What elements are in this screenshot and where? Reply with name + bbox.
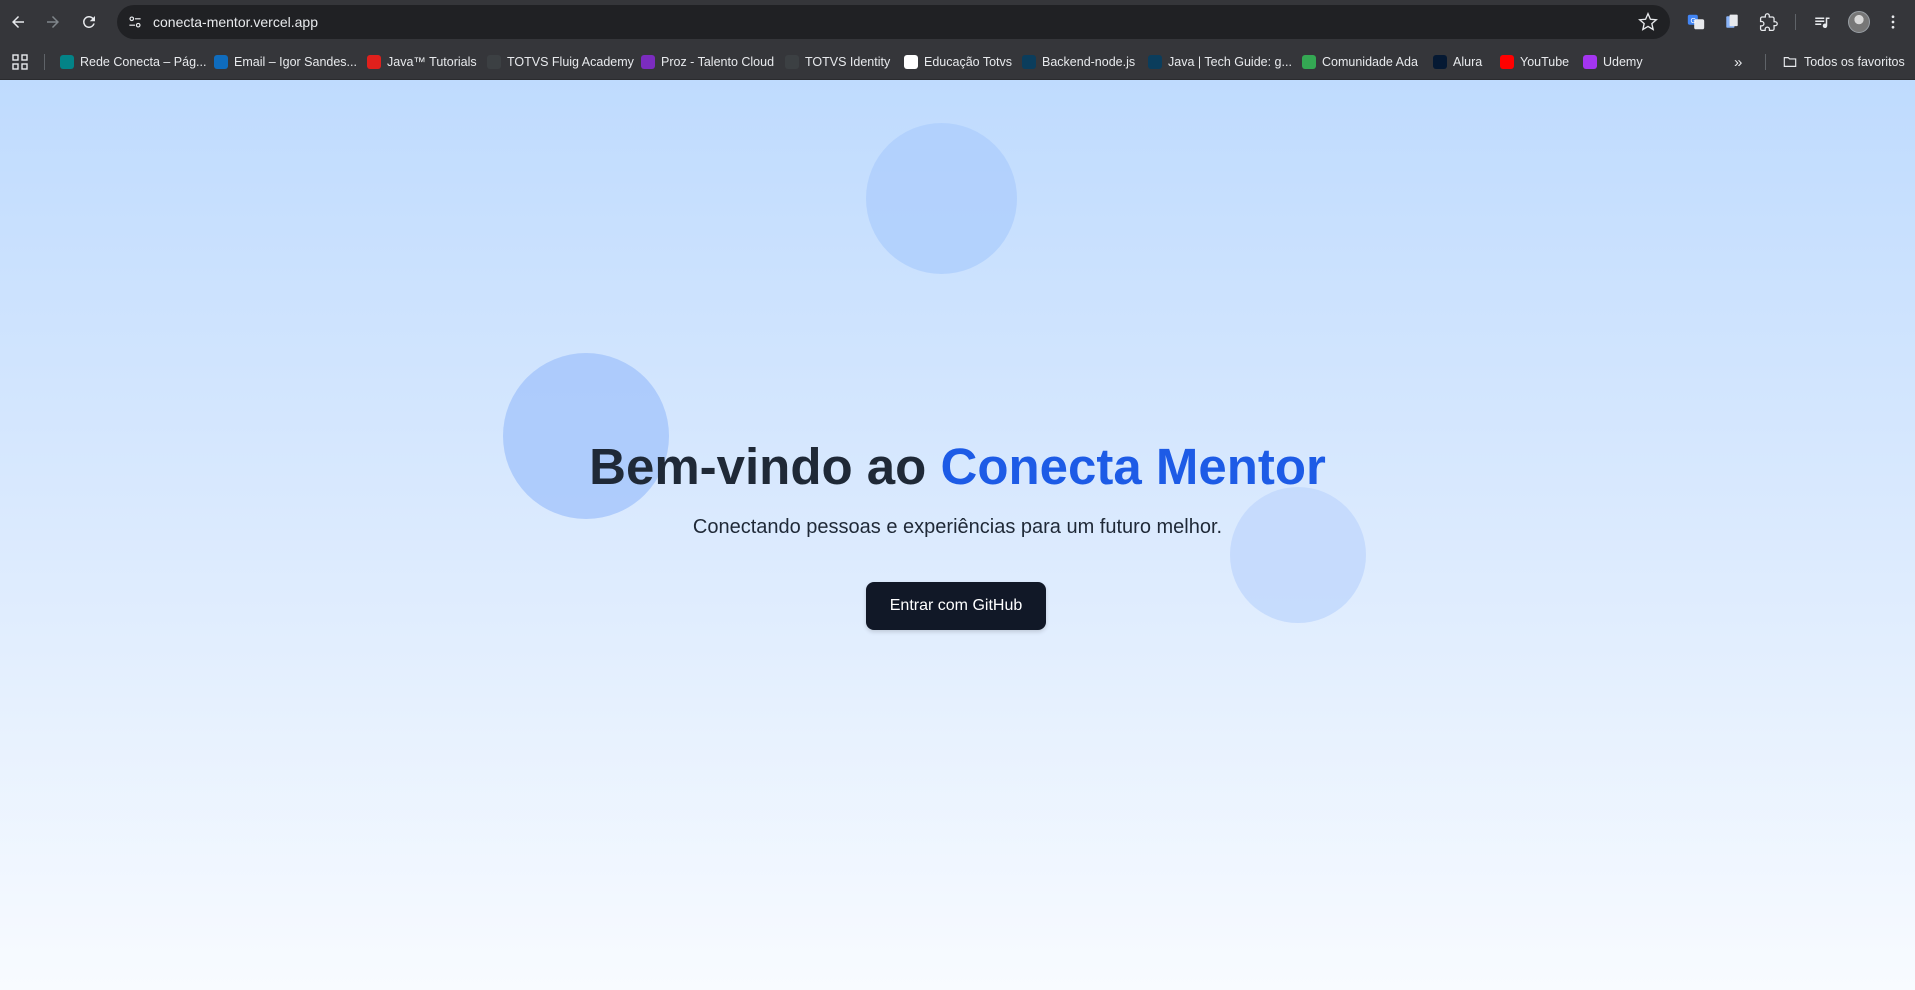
bookmark-item[interactable]: Email – Igor Sandes... [214,44,357,80]
bookmark-label: Udemy [1603,55,1643,69]
bookmark-label: Java | Tech Guide: g... [1168,55,1292,69]
title-accent: Conecta Mentor [940,438,1326,495]
bookmarks-divider [1765,54,1766,70]
totvs-identity-icon [785,55,799,69]
bookmark-item[interactable]: Udemy [1583,44,1643,80]
page-content: Bem-vindo ao Conecta Mentor Conectando p… [0,80,1915,990]
t-icon [1022,55,1036,69]
title-prefix: Bem-vindo ao [589,438,927,495]
oracle-icon [367,55,381,69]
bookmark-label: Rede Conecta – Pág... [80,55,207,69]
docs-extension-icon[interactable] [1721,11,1743,33]
reload-button[interactable] [75,8,103,36]
chevron-double-right-icon: » [1734,53,1743,71]
bookmark-item[interactable]: TOTVS Fluig Academy [487,44,634,80]
bookmarks-divider [44,54,45,70]
all-bookmarks-label: Todos os favoritos [1804,55,1905,69]
bookmark-item[interactable]: Proz - Talento Cloud [641,44,774,80]
bookmark-item[interactable]: Rede Conecta – Pág... [60,44,206,80]
more-bookmarks-button[interactable]: » [1734,44,1742,80]
bookmarks-bar: Rede Conecta – Pág... Email – Igor Sandes… [0,44,1915,80]
bookmark-item[interactable]: YouTube [1500,44,1569,80]
url-text[interactable]: conecta-mentor.vercel.app [153,5,318,39]
bookmark-label: YouTube [1520,55,1570,69]
bookmark-item[interactable]: Educação Totvs [904,44,1012,80]
arrow-left-icon [12,16,24,28]
totvs-icon [487,55,501,69]
bookmark-label: Java™ Tutorials [387,55,477,69]
media-control-icon[interactable] [1811,11,1833,33]
bookmark-label: Comunidade Ada [1322,55,1418,69]
decorative-circle [866,123,1017,274]
bookmark-label: TOTVS Identity [805,55,891,69]
bookmark-label: Educação Totvs [924,55,1013,69]
bookmark-item[interactable]: TOTVS Identity [785,44,890,80]
sharepoint-icon [60,55,74,69]
bookmark-item[interactable]: Alura [1433,44,1482,80]
profile-avatar[interactable] [1848,11,1870,33]
educacao-icon [904,55,918,69]
forward-button[interactable] [39,8,67,36]
bookmark-item[interactable]: Backend-node.js [1022,44,1135,80]
extensions-puzzle-icon[interactable] [1757,11,1779,33]
bookmark-item[interactable]: Java™ Tutorials [367,44,477,80]
bookmark-label: Email – Igor Sandes... [234,55,357,69]
back-button[interactable] [4,8,32,36]
all-bookmarks-folder[interactable]: Todos os favoritos [1782,44,1905,80]
bookmark-item[interactable]: Comunidade Ada [1302,44,1418,80]
site-info-icon[interactable] [126,13,144,31]
folder-icon [1783,57,1797,67]
t-icon [1148,55,1162,69]
decorative-circle [1230,487,1366,623]
github-login-button[interactable]: Entrar com GitHub [866,582,1046,630]
bookmark-label: Alura [1453,55,1483,69]
bookmark-label: Proz - Talento Cloud [661,55,775,69]
reload-icon [83,15,95,28]
alura-icon [1433,55,1447,69]
bookmark-label: TOTVS Fluig Academy [507,55,634,69]
browser-toolbar: conecta-mentor.vercel.app G [0,0,1915,44]
bookmark-star-icon[interactable] [1638,12,1658,32]
proz-icon [641,55,655,69]
arrow-right-icon [47,16,59,28]
address-bar[interactable]: conecta-mentor.vercel.app [117,5,1670,39]
bookmark-item[interactable]: Java | Tech Guide: g... [1148,44,1292,80]
page-subtitle: Conectando pessoas e experiências para u… [692,516,1223,538]
page-title: Bem-vindo ao Conecta Mentor [0,436,1915,497]
udemy-icon [1583,55,1597,69]
bookmark-label: Backend-node.js [1042,55,1136,69]
translate-extension-icon[interactable]: G [1685,11,1707,33]
svg-text:G: G [1691,16,1697,25]
menu-kebab-icon[interactable] [1882,11,1904,33]
youtube-icon [1500,55,1514,69]
ada-icon [1302,55,1316,69]
apps-grid-icon [12,54,28,70]
toolbar-divider [1795,14,1796,30]
outlook-icon [214,55,228,69]
apps-grid-button[interactable] [12,44,28,80]
